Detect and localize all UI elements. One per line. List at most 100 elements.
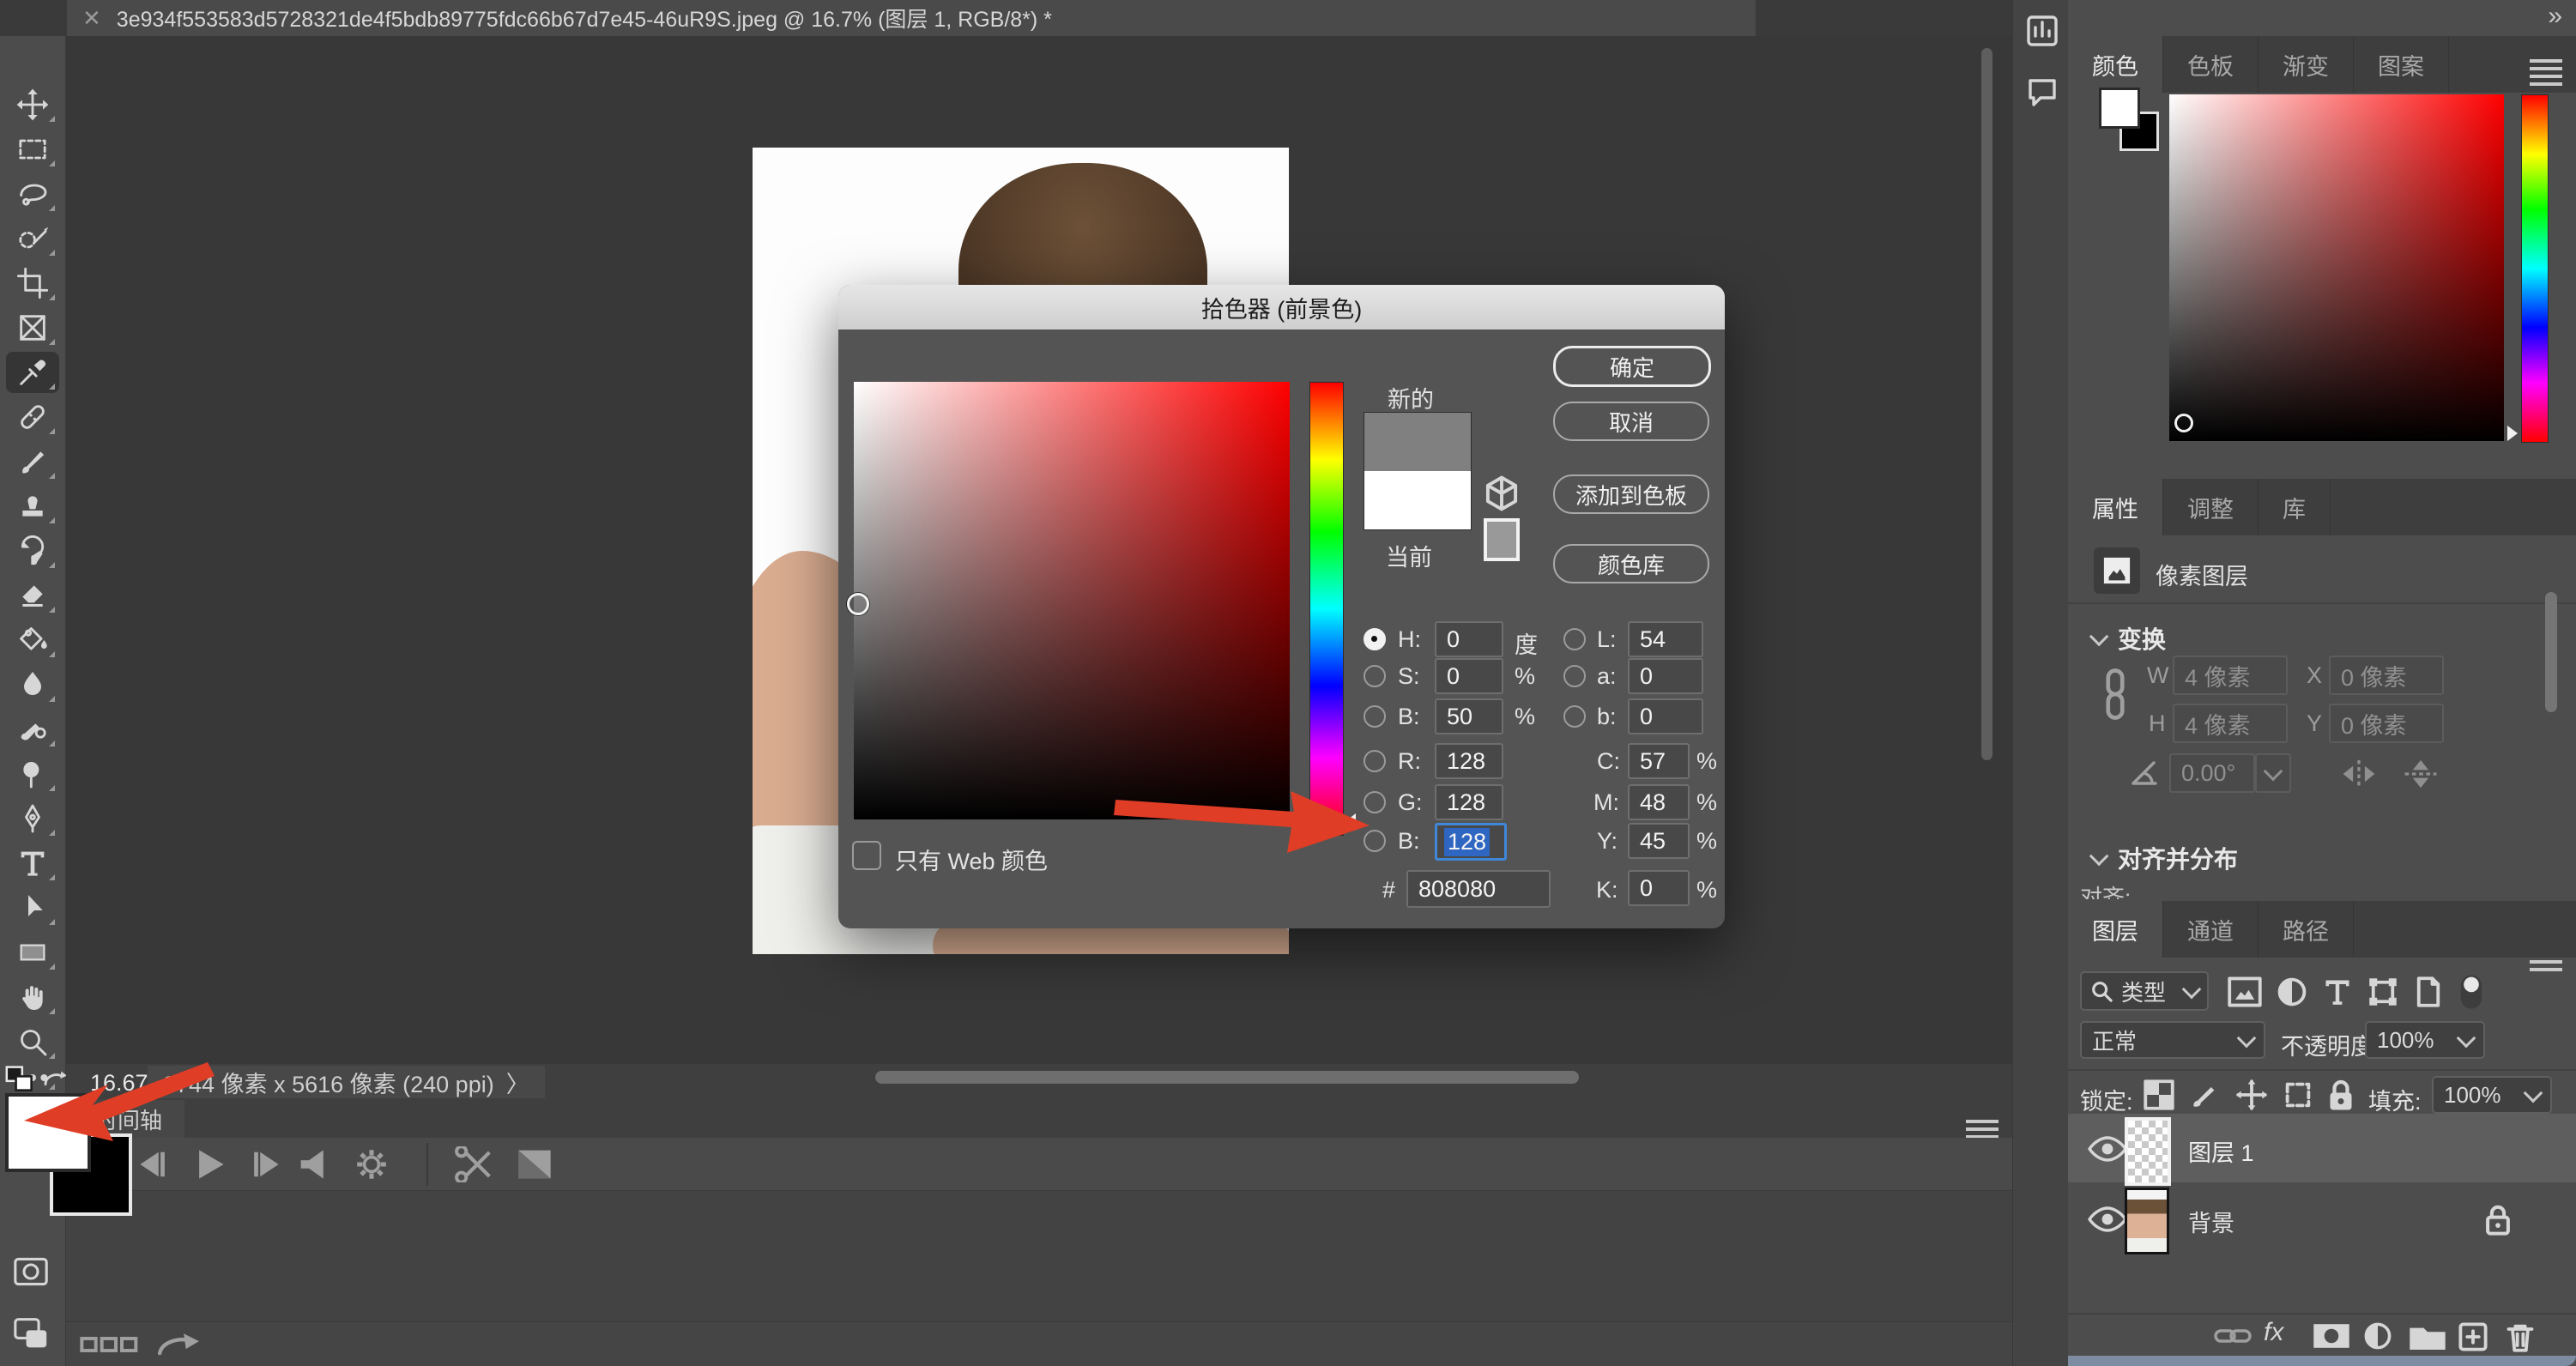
frames-view-icon[interactable]	[80, 1334, 140, 1355]
frame-tool[interactable]	[6, 307, 59, 348]
width-field[interactable]: 4 像素	[2173, 656, 2288, 695]
history-brush-tool[interactable]	[6, 530, 59, 571]
filter-shape-layers-icon[interactable]	[2367, 976, 2399, 1007]
audio-mute-icon[interactable]	[293, 1148, 346, 1181]
close-tab-icon[interactable]: ✕	[82, 5, 101, 32]
color-panel-hue-strip[interactable]	[2521, 94, 2549, 443]
link-dimensions-icon[interactable]	[2101, 666, 2130, 722]
link-layers-icon[interactable]	[2214, 1323, 2252, 1349]
background-layer-name[interactable]: 背景	[2188, 1205, 2234, 1238]
dodge-tool[interactable]	[6, 753, 59, 795]
m-field[interactable]: 48	[1628, 784, 1690, 820]
marquee-tool[interactable]	[6, 129, 59, 170]
canvas-horizontal-scrollbar[interactable]	[875, 1071, 1579, 1084]
clone-stamp-tool[interactable]	[6, 486, 59, 527]
b2-radio[interactable]	[1364, 830, 1386, 852]
comments-panel-icon[interactable]	[2025, 76, 2059, 110]
hue-slider[interactable]	[1309, 382, 1344, 836]
layer1-thumbnail[interactable]	[2125, 1117, 2171, 1186]
h-field[interactable]: 0	[1435, 621, 1503, 657]
layer-filter-type-dropdown[interactable]: 类型	[2080, 971, 2209, 1011]
eyedropper-tool[interactable]	[6, 352, 59, 393]
new-adjustment-layer-icon[interactable]	[2361, 1321, 2394, 1351]
b-field[interactable]: 50	[1435, 698, 1503, 734]
tab-color[interactable]: 颜色	[2068, 36, 2163, 93]
color-panel-gradient-field[interactable]	[2169, 94, 2504, 441]
fill-value[interactable]: 100%	[2432, 1076, 2552, 1114]
a-field[interactable]: 0	[1628, 658, 1703, 694]
paint-bucket-tool[interactable]	[6, 620, 59, 661]
brush-tool[interactable]	[6, 441, 59, 482]
swap-colors-icon[interactable]	[39, 1066, 69, 1091]
align-distribute-header[interactable]: 对齐并分布	[2090, 841, 2238, 875]
rotate-angle-field[interactable]: 0.00°	[2169, 753, 2255, 793]
doc-info-chevron-icon[interactable]: 〉	[506, 1066, 529, 1099]
k-field[interactable]: 0	[1628, 870, 1690, 906]
b-radio[interactable]	[1364, 705, 1386, 728]
tab-adjustments[interactable]: 调整	[2163, 479, 2259, 535]
layer-row-1[interactable]: 图层 1	[2068, 1114, 2576, 1182]
hue-strip-marker[interactable]	[2507, 426, 2518, 441]
crop-tool[interactable]	[6, 263, 59, 304]
hue-slider-right-marker[interactable]	[1345, 813, 1356, 831]
render-export-icon[interactable]	[155, 1331, 203, 1358]
blur-tool[interactable]	[6, 664, 59, 705]
filter-toggle-icon[interactable]	[2456, 973, 2487, 1011]
angle-dropdown-icon[interactable]	[2255, 753, 2291, 793]
bb-field[interactable]: 0	[1628, 698, 1703, 734]
timeline-settings-gear-icon[interactable]	[348, 1146, 396, 1182]
opacity-value[interactable]: 100%	[2365, 1021, 2485, 1059]
rectangle-tool[interactable]	[6, 932, 59, 973]
tab-paths[interactable]: 路径	[2259, 901, 2354, 958]
tab-libraries[interactable]: 库	[2259, 479, 2331, 535]
transform-section-header[interactable]: 变换	[2090, 621, 2166, 656]
smudge-tool[interactable]	[6, 709, 59, 750]
zoom-tool[interactable]	[6, 1021, 59, 1062]
tab-properties[interactable]: 属性	[2068, 479, 2163, 535]
lock-all-icon[interactable]	[2325, 1078, 2356, 1112]
tab-gradients[interactable]: 渐变	[2259, 36, 2354, 93]
add-layer-mask-icon[interactable]	[2312, 1321, 2351, 1351]
filter-pixel-layers-icon[interactable]	[2228, 976, 2262, 1007]
lock-artboard-icon[interactable]	[2283, 1079, 2313, 1110]
collapsed-panel-icon[interactable]	[2025, 14, 2059, 48]
y-field[interactable]: 0 像素	[2329, 704, 2444, 743]
s-radio[interactable]	[1364, 665, 1386, 687]
delete-layer-trash-icon[interactable]	[2504, 1321, 2537, 1352]
layer1-name[interactable]: 图层 1	[2188, 1134, 2254, 1168]
s-field[interactable]: 0	[1435, 658, 1503, 694]
x-field[interactable]: 0 像素	[2329, 656, 2444, 695]
h-radio[interactable]	[1364, 628, 1386, 650]
tab-patterns[interactable]: 图案	[2354, 36, 2449, 93]
blend-mode-dropdown[interactable]: 正常	[2080, 1021, 2265, 1059]
hue-slider-left-marker[interactable]	[1296, 813, 1307, 831]
r-radio[interactable]	[1364, 750, 1386, 772]
web-colors-only-checkbox[interactable]	[852, 841, 881, 870]
color-panel-field-marker[interactable]	[2174, 414, 2193, 432]
filter-adjustment-layers-icon[interactable]	[2276, 976, 2308, 1007]
color-field[interactable]	[854, 382, 1290, 819]
document-info[interactable]: 3744 像素 x 5616 像素 (240 ppi) 〉	[148, 1066, 545, 1098]
a-radio[interactable]	[1563, 665, 1586, 687]
new-group-folder-icon[interactable]	[2408, 1323, 2447, 1351]
next-frame-icon[interactable]	[238, 1148, 291, 1181]
foreground-color-swatch[interactable]	[5, 1093, 91, 1172]
previous-frame-icon[interactable]	[128, 1148, 181, 1181]
layer-effects-fx-icon[interactable]: fx	[2264, 1318, 2283, 1347]
document-tab[interactable]: ✕ 3e934f553583d5728321de4f5bdb89775fdc66…	[67, 0, 1756, 36]
c-field[interactable]: 57	[1628, 743, 1690, 779]
hand-tool[interactable]	[6, 976, 59, 1018]
screen-mode-icon[interactable]	[12, 1316, 50, 1351]
bb-radio[interactable]	[1563, 705, 1586, 728]
web-safe-color-swatch[interactable]	[1484, 518, 1520, 561]
lock-position-icon[interactable]	[2236, 1079, 2267, 1110]
path-selection-tool[interactable]	[6, 887, 59, 928]
play-icon[interactable]	[183, 1148, 236, 1181]
color-panel-menu-icon[interactable]	[2530, 55, 2562, 90]
dialog-title[interactable]: 拾色器 (前景色)	[838, 285, 1725, 329]
new-layer-plus-icon[interactable]	[2456, 1321, 2490, 1352]
g-radio[interactable]	[1364, 791, 1386, 813]
hex-field[interactable]: 808080	[1406, 870, 1551, 908]
eraser-tool[interactable]	[6, 575, 59, 616]
move-tool[interactable]	[6, 84, 59, 125]
